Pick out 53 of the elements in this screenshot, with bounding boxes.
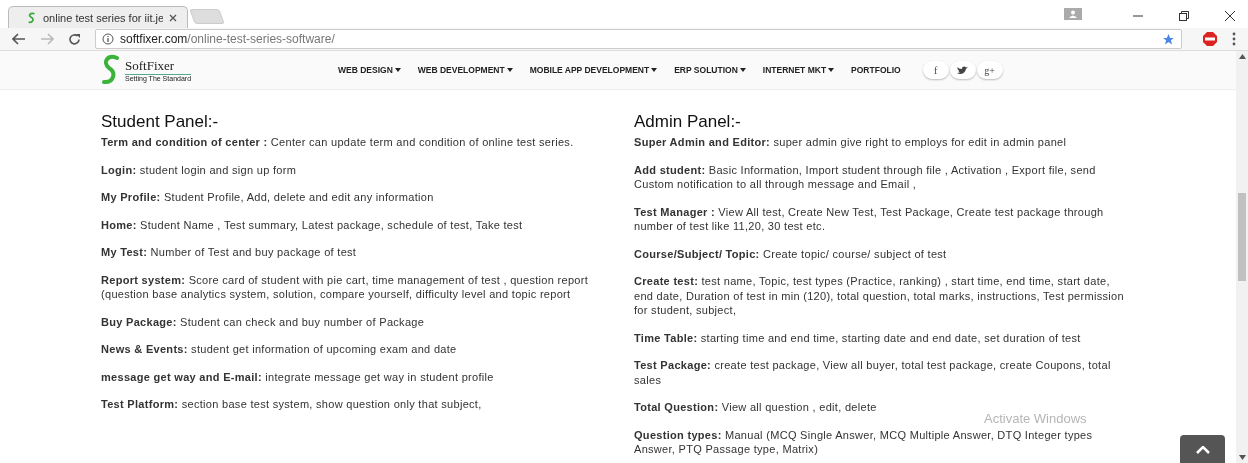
feature-description: News & Events: student get information of upcoming exam and date [101, 342, 458, 357]
s-logo-icon[interactable] [100, 54, 122, 86]
url-text: softfixer.com/online-test-series-software/ [120, 32, 335, 46]
feature-description: Buy Package: Student can check and buy number of Package [101, 314, 426, 329]
feature-description: Test Manager : View All test, Create New Test, Test Package, Create test package through number of test like 11,20, 30 test etc. [634, 204, 1105, 234]
tab-title: online test series for iit.je [43, 11, 163, 24]
nav-link[interactable]: INTERNET MKT [762, 65, 835, 75]
nav-link[interactable]: WEB DEVELOPMENT [417, 65, 513, 75]
scroll-down-icon[interactable] [1238, 455, 1246, 460]
feature-description: Super Admin and Editor: super admin give right to employs for edit in admin panel [634, 135, 1068, 150]
feature-description: Report system: Score card of student with pie cart, time management of test , question report (question base analytics system, solution, compare yourself, difficulty level and topic report [101, 272, 590, 302]
bird-icon[interactable] [949, 61, 976, 79]
feature-description: message get way and E-mail: integrate message get way in student profile [101, 369, 495, 384]
nav-link[interactable]: WEB DESIGN [338, 65, 401, 75]
feature-description: Total Question: View all question , edit, delete [634, 400, 878, 415]
close-icon[interactable] [1224, 10, 1236, 22]
menu-icon[interactable] [1232, 32, 1236, 46]
feature-description: Create test: test name, Topic, test types (Practice, ranking) , start time, end time, start date, end date, Duration of test in min (120), total question, total marks, instructions, Test permission for student, subject, [634, 274, 1124, 318]
logo-name[interactable]: SoftFixer [125, 58, 192, 75]
feature-description: Question types: Manual (MCQ Single Answer, MCQ Multiple Answer, DTQ Integer types Answer, PTQ Passage type, Matrix) [634, 427, 1094, 457]
feature-description: My Profile: Student Profile, Add, delete and edit any information [101, 190, 435, 205]
facebook-link[interactable]: f [922, 61, 949, 79]
nav-link[interactable]: PORTFOLIO [851, 65, 901, 75]
feature-description: Term and condition of center : Center can update term and condition of online test series. [101, 135, 575, 150]
feature-description: Add student: Basic Information, Import student through file , Activation , Export file, send Custom notification to all through message and Email , [634, 162, 1097, 192]
star-icon[interactable] [1162, 32, 1175, 46]
scroll-thumb[interactable] [1238, 193, 1246, 281]
panel-heading: Student Panel:- [101, 112, 220, 132]
adblock-icon[interactable] [1202, 31, 1218, 47]
feature-description: Course/Subject/ Topic: Create topic/ course/ subject of test [634, 246, 948, 261]
scrollbar[interactable] [1236, 51, 1248, 463]
address-bar[interactable]: softfixer.com/online-test-series-software/ [95, 29, 1182, 49]
feature-description: Time Table: starting time and end time, starting date and end date, set duration of test [634, 330, 1082, 345]
scroll-up-icon[interactable] [1238, 54, 1246, 59]
feature-description: Login: student login and sign up form [101, 162, 298, 177]
feature-description: Test Package: create test package, View all buyer, total test package, create Coupons, total sales [634, 358, 1112, 387]
reload-icon[interactable] [68, 32, 81, 46]
back-to-top-button[interactable] [1180, 435, 1225, 463]
nav-link[interactable]: ERP SOLUTION [674, 65, 746, 75]
panel-heading: Admin Panel:- [634, 112, 742, 132]
feature-description: Test Platform: section base test system, show question only that subject, [101, 397, 483, 412]
browser-tab[interactable]: online test series for iit.je [8, 6, 188, 28]
back-icon[interactable] [12, 33, 26, 45]
activation-notice-title: Activate Windows [984, 411, 1087, 426]
close-icon[interactable] [169, 13, 177, 22]
restore-icon[interactable] [1178, 10, 1190, 22]
chevron-up-icon [1195, 446, 1210, 454]
info-icon [102, 33, 114, 45]
s-logo-icon [27, 11, 37, 24]
google-plus-link[interactable]: g+ [976, 61, 1003, 79]
feature-description: My Test: Number of Test and buy package of test [101, 245, 358, 260]
nav-link[interactable]: MOBILE APP DEVELOPMENT [529, 65, 658, 75]
feature-description: Home: Student Name , Test summary, Latest package, schedule of test, Take test [101, 217, 524, 232]
